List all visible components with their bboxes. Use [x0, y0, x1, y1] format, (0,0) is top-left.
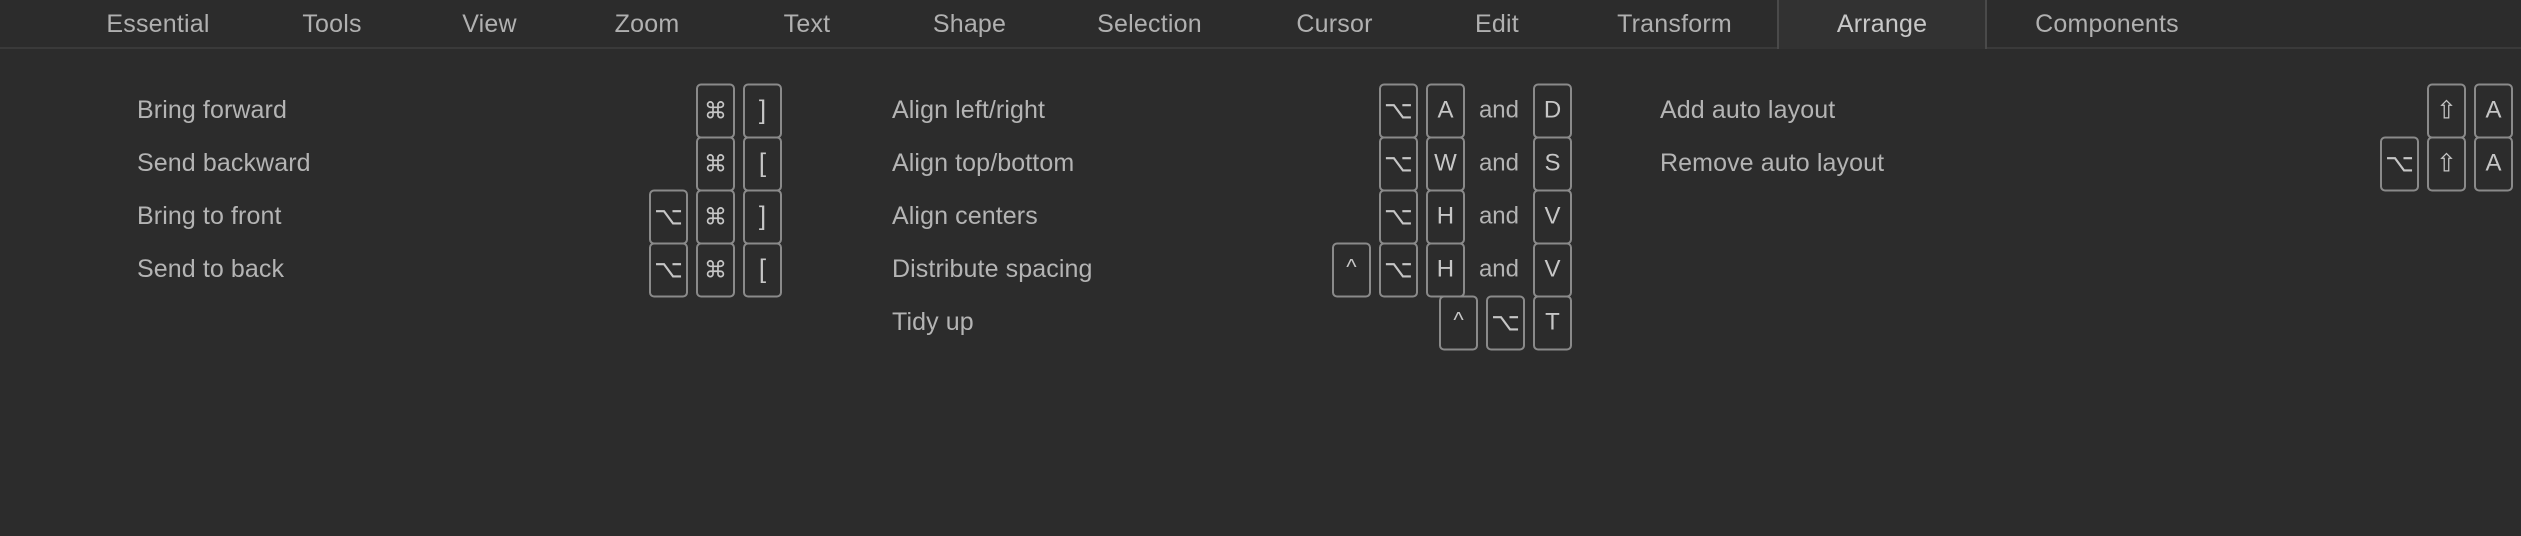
- key-w: W: [1425, 136, 1465, 191]
- shortcut-row: Align top/bottom ⌥ Wand S: [892, 136, 1572, 191]
- key-option-icon: ⌥: [1378, 242, 1418, 297]
- key-bracket-right: ]: [743, 83, 782, 138]
- tab-view[interactable]: View: [412, 0, 567, 49]
- shortcut-label: Distribute spacing: [892, 255, 1093, 283]
- tab-label: View: [462, 10, 517, 38]
- key-option-icon: ⌥: [1378, 136, 1418, 191]
- shortcut-cheatsheet-panel: Essential Tools View Zoom Text Shape Selection…: [0, 0, 2521, 536]
- tab-label: Essential: [106, 10, 210, 38]
- shortcut-row: Bring to front ⌥ ⌘]: [137, 189, 782, 244]
- key-command-icon: ⌘: [696, 242, 735, 297]
- shortcut-label: Bring to front: [137, 202, 282, 230]
- key-t: T: [1533, 295, 1572, 350]
- key-d: D: [1533, 83, 1572, 138]
- shortcut-row: Send to back ⌥ ⌘[: [137, 242, 782, 297]
- key-s: S: [1533, 136, 1572, 191]
- key-control-icon: ^: [1439, 295, 1478, 350]
- tab-label: Edit: [1475, 10, 1519, 38]
- shortcut-row: Align left/right ⌥ Aand D: [892, 83, 1572, 138]
- conjunction-and: and: [1478, 149, 1519, 177]
- shortcut-key-combo: ^ ⌥ Hand V: [1331, 242, 1572, 297]
- shortcut-key-combo: ⌘[: [696, 136, 782, 191]
- tab-label: Shape: [932, 10, 1007, 38]
- shortcut-label: Align centers: [892, 202, 1038, 230]
- key-command-icon: ⌘: [696, 136, 735, 191]
- tab-selection[interactable]: Selection: [1052, 0, 1247, 49]
- category-tab-bar: Essential Tools View Zoom Text Shape Selection…: [0, 0, 2521, 49]
- shortcut-row: Tidy up ^ ⌥ T: [892, 295, 1572, 350]
- key-v: V: [1533, 242, 1572, 297]
- key-a: A: [2474, 83, 2513, 138]
- shortcut-row: Bring forward ⌘]: [137, 83, 782, 138]
- tab-cursor[interactable]: Cursor: [1247, 0, 1422, 49]
- shortcut-key-combo: ⇧ A: [2427, 83, 2513, 138]
- tab-edit[interactable]: Edit: [1422, 0, 1572, 49]
- tab-label: Cursor: [1296, 10, 1373, 38]
- key-bracket-right: ]: [743, 189, 782, 244]
- key-command-icon: ⌘: [696, 189, 735, 244]
- shortcut-row: Distribute spacing ^ ⌥ Hand V: [892, 242, 1572, 297]
- key-shift-icon: ⇧: [2427, 136, 2466, 191]
- shortcut-column-auto-layout: Add auto layout ⇧ A Remove auto layout ⌥ ⇧ A: [1660, 49, 2513, 536]
- shortcut-label: Align top/bottom: [892, 149, 1075, 177]
- shortcut-label: Send to back: [137, 255, 285, 283]
- shortcut-label: Remove auto layout: [1660, 149, 1885, 177]
- shortcut-key-combo: ⌥ Hand V: [1378, 189, 1572, 244]
- key-v: V: [1533, 189, 1572, 244]
- tab-transform[interactable]: Transform: [1572, 0, 1777, 49]
- shortcut-key-combo: ⌥ ⇧ A: [2380, 136, 2513, 191]
- tab-label: Text: [783, 10, 831, 38]
- shortcut-label: Send backward: [137, 149, 311, 177]
- shortcut-column-order: Bring forward ⌘] Send backward ⌘[Bring to f…: [137, 49, 782, 536]
- tab-label: Arrange: [1836, 10, 1928, 38]
- tab-label: Tools: [302, 10, 362, 38]
- tabbar-leading-spacer: [0, 0, 64, 49]
- tab-text[interactable]: Text: [727, 0, 887, 49]
- key-option-icon: ⌥: [649, 242, 688, 297]
- shortcut-key-combo: ⌥ ⌘[: [649, 242, 782, 297]
- key-option-icon: ⌥: [2380, 136, 2419, 191]
- shortcut-row: Send backward ⌘[: [137, 136, 782, 191]
- key-h: H: [1425, 242, 1465, 297]
- key-control-icon: ^: [1331, 242, 1371, 297]
- key-option-icon: ⌥: [649, 189, 688, 244]
- tab-tools[interactable]: Tools: [252, 0, 412, 49]
- key-a: A: [2474, 136, 2513, 191]
- shortcut-label: Add auto layout: [1660, 96, 1836, 124]
- shortcut-key-combo: ⌥ Wand S: [1378, 136, 1572, 191]
- conjunction-and: and: [1478, 202, 1519, 230]
- key-option-icon: ⌥: [1378, 189, 1418, 244]
- shortcut-key-combo: ⌥ ⌘]: [649, 189, 782, 244]
- tab-components[interactable]: Components: [1987, 0, 2227, 49]
- key-option-icon: ⌥: [1378, 83, 1418, 138]
- tab-label: Components: [2035, 10, 2179, 38]
- key-command-icon: ⌘: [696, 83, 735, 138]
- shortcut-label: Bring forward: [137, 96, 287, 124]
- tab-zoom[interactable]: Zoom: [567, 0, 727, 49]
- tab-label: Zoom: [614, 10, 680, 38]
- tab-label: Selection: [1097, 10, 1202, 38]
- key-a: A: [1425, 83, 1465, 138]
- shortcut-row: Align centers ⌥ Hand V: [892, 189, 1572, 244]
- shortcut-label: Tidy up: [892, 308, 974, 336]
- shortcut-key-combo: ⌘]: [696, 83, 782, 138]
- tab-label: Transform: [1617, 10, 1732, 38]
- conjunction-and: and: [1478, 255, 1519, 283]
- key-h: H: [1425, 189, 1465, 244]
- tab-arrange[interactable]: Arrange: [1777, 0, 1987, 49]
- key-bracket-left: [: [743, 136, 782, 191]
- shortcut-row: Remove auto layout ⌥ ⇧ A: [1660, 136, 2513, 191]
- shortcut-row: Add auto layout ⇧ A: [1660, 83, 2513, 138]
- key-option-icon: ⌥: [1486, 295, 1525, 350]
- key-bracket-left: [: [743, 242, 782, 297]
- shortcut-label: Align left/right: [892, 96, 1046, 124]
- conjunction-and: and: [1478, 96, 1519, 124]
- tab-essential[interactable]: Essential: [64, 0, 252, 49]
- shortcut-key-combo: ⌥ Aand D: [1378, 83, 1572, 138]
- tab-shape[interactable]: Shape: [887, 0, 1052, 49]
- shortcut-column-align: Align left/right ⌥ Aand D Align top/bottom ⌥ W…: [892, 49, 1572, 536]
- key-shift-icon: ⇧: [2427, 83, 2466, 138]
- shortcut-key-combo: ^ ⌥ T: [1439, 295, 1572, 350]
- shortcut-content-area: Bring forward ⌘] Send backward ⌘[Bring to f…: [0, 49, 2521, 536]
